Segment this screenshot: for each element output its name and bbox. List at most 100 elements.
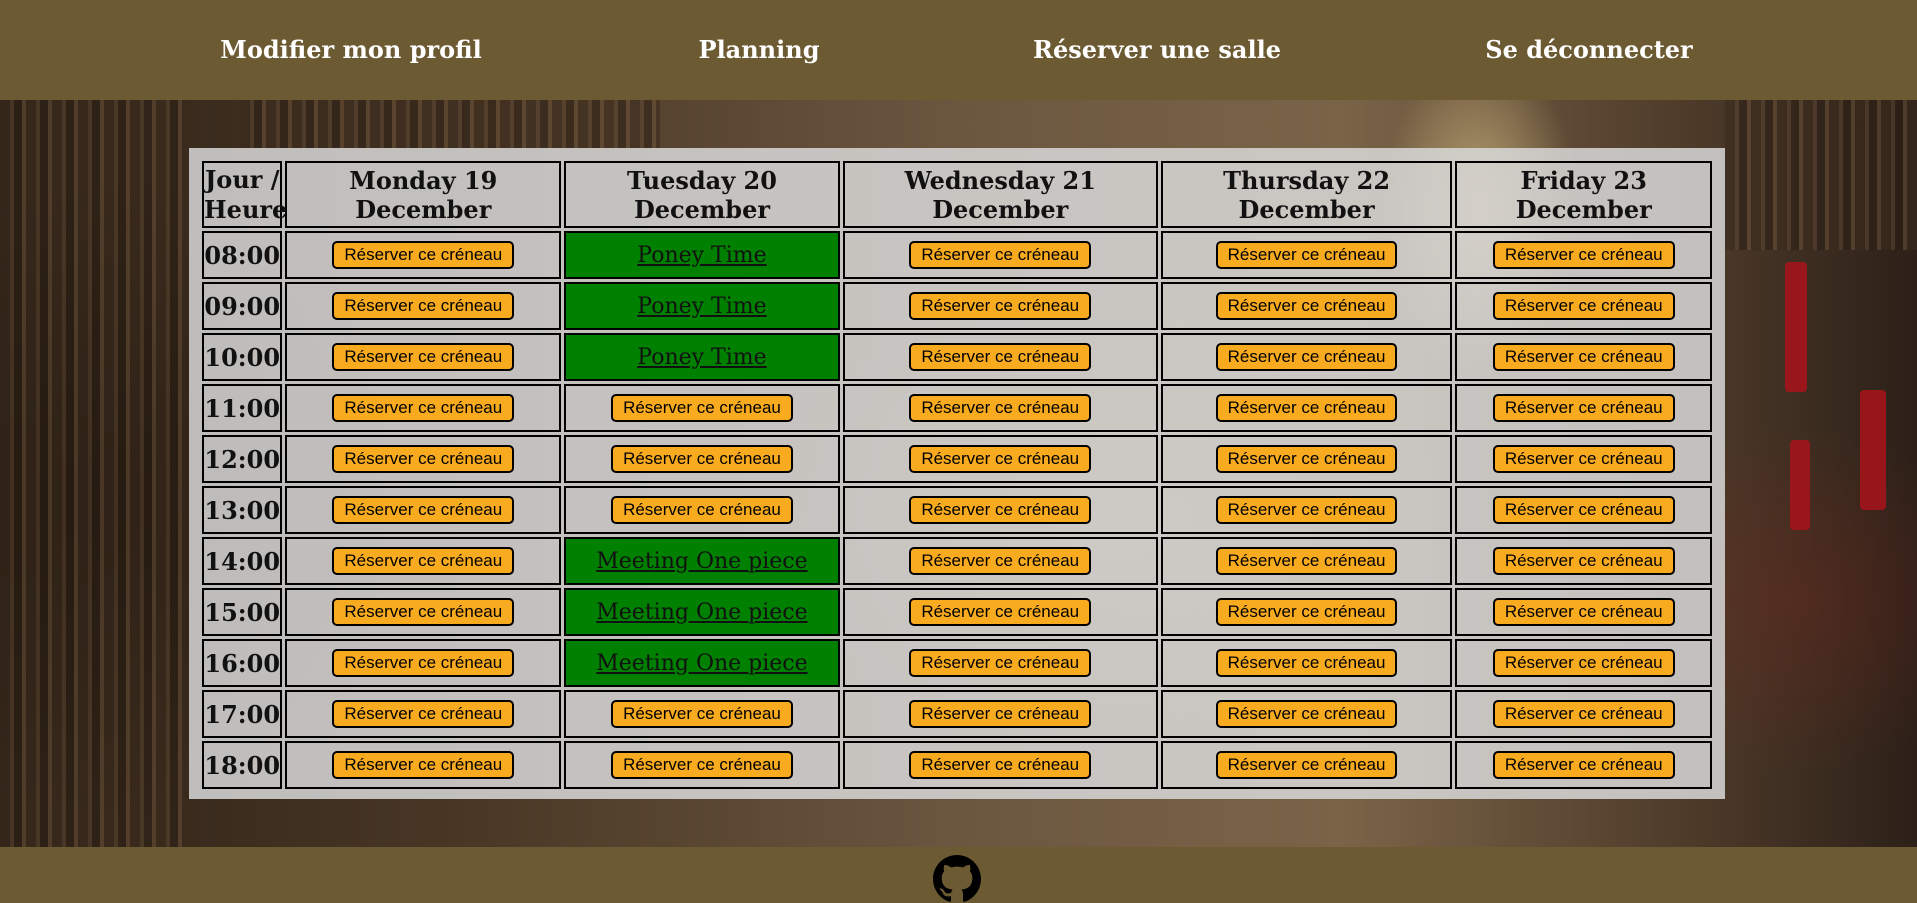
reserve-slot-button[interactable]: Réserver ce créneau	[909, 598, 1092, 626]
booked-slot-cell: Meeting One piece	[564, 537, 840, 585]
free-slot-cell: Réserver ce créneau	[285, 384, 562, 432]
reserve-slot-button[interactable]: Réserver ce créneau	[1492, 445, 1675, 473]
hour-cell: 11:00	[202, 384, 283, 432]
planning-row: 15:00 Réserver ce créneau Meeting One piec…	[202, 588, 1712, 636]
reserve-slot-button[interactable]: Réserver ce créneau	[909, 394, 1092, 422]
free-slot-cell: Réserver ce créneau	[842, 282, 1158, 330]
free-slot-cell: Réserver ce créneau	[1455, 741, 1712, 789]
planning-header-row: Jour / Heure Monday 19 December Tuesday 2…	[202, 161, 1712, 228]
nav-edit-profile-link[interactable]: Modifier mon profil	[220, 0, 481, 100]
nav-planning-link[interactable]: Planning	[699, 0, 820, 100]
event-link[interactable]: Meeting One piece	[596, 651, 807, 676]
planning-row: 12:00 Réserver ce créneau Réserver ce crén…	[202, 435, 1712, 483]
reserve-slot-button[interactable]: Réserver ce créneau	[1215, 700, 1398, 728]
reserve-slot-button[interactable]: Réserver ce créneau	[1492, 700, 1675, 728]
reserve-slot-button[interactable]: Réserver ce créneau	[1215, 292, 1398, 320]
reserve-slot-button[interactable]: Réserver ce créneau	[1492, 598, 1675, 626]
reserve-slot-button[interactable]: Réserver ce créneau	[1215, 649, 1398, 677]
reserve-slot-button[interactable]: Réserver ce créneau	[1215, 598, 1398, 626]
reserve-slot-button[interactable]: Réserver ce créneau	[1215, 547, 1398, 575]
github-icon[interactable]	[933, 855, 981, 903]
booked-slot-cell: Poney Time	[564, 231, 840, 279]
hour-cell: 13:00	[202, 486, 283, 534]
day-header: Tuesday 20 December	[564, 161, 840, 228]
hour-cell: 10:00	[202, 333, 283, 381]
reserve-slot-button[interactable]: Réserver ce créneau	[611, 394, 793, 422]
free-slot-cell: Réserver ce créneau	[285, 333, 562, 381]
reserve-slot-button[interactable]: Réserver ce créneau	[1492, 649, 1675, 677]
day-header: Friday 23 December	[1455, 161, 1712, 228]
free-slot-cell: Réserver ce créneau	[842, 435, 1158, 483]
free-slot-cell: Réserver ce créneau	[1160, 537, 1453, 585]
event-link[interactable]: Poney Time	[637, 243, 766, 268]
reserve-slot-button[interactable]: Réserver ce créneau	[1492, 496, 1675, 524]
day-header: Thursday 22 December	[1160, 161, 1453, 228]
reserve-slot-button[interactable]: Réserver ce créneau	[1215, 343, 1398, 371]
planning-body: 08:00 Réserver ce créneau Poney Time Réserv…	[202, 231, 1712, 789]
free-slot-cell: Réserver ce créneau	[1455, 282, 1712, 330]
planning-row: 17:00 Réserver ce créneau Réserver ce crén…	[202, 690, 1712, 738]
planning-row: 11:00 Réserver ce créneau Réserver ce crén…	[202, 384, 1712, 432]
reserve-slot-button[interactable]: Réserver ce créneau	[332, 292, 515, 320]
reserve-slot-button[interactable]: Réserver ce créneau	[1492, 292, 1675, 320]
reserve-slot-button[interactable]: Réserver ce créneau	[611, 445, 793, 473]
reserve-slot-button[interactable]: Réserver ce créneau	[332, 547, 515, 575]
hour-cell: 16:00	[202, 639, 283, 687]
reserve-slot-button[interactable]: Réserver ce créneau	[332, 445, 515, 473]
reserve-slot-button[interactable]: Réserver ce créneau	[909, 649, 1092, 677]
free-slot-cell: Réserver ce créneau	[1160, 435, 1453, 483]
reserve-slot-button[interactable]: Réserver ce créneau	[1492, 241, 1675, 269]
planning-row: 18:00 Réserver ce créneau Réserver ce crén…	[202, 741, 1712, 789]
free-slot-cell: Réserver ce créneau	[1160, 486, 1453, 534]
reserve-slot-button[interactable]: Réserver ce créneau	[909, 496, 1092, 524]
hour-cell: 15:00	[202, 588, 283, 636]
day-header: Monday 19 December	[285, 161, 562, 228]
reserve-slot-button[interactable]: Réserver ce créneau	[332, 394, 515, 422]
reserve-slot-button[interactable]: Réserver ce créneau	[909, 751, 1092, 779]
reserve-slot-button[interactable]: Réserver ce créneau	[332, 700, 515, 728]
reserve-slot-button[interactable]: Réserver ce créneau	[1215, 751, 1398, 779]
event-link[interactable]: Poney Time	[637, 345, 766, 370]
reserve-slot-button[interactable]: Réserver ce créneau	[332, 751, 515, 779]
candle-1	[1785, 262, 1807, 392]
nav-logout-link[interactable]: Se déconnecter	[1485, 0, 1692, 100]
reserve-slot-button[interactable]: Réserver ce créneau	[1215, 445, 1398, 473]
reserve-slot-button[interactable]: Réserver ce créneau	[332, 343, 515, 371]
free-slot-cell: Réserver ce créneau	[842, 741, 1158, 789]
event-link[interactable]: Meeting One piece	[596, 600, 807, 625]
reserve-slot-button[interactable]: Réserver ce créneau	[909, 343, 1092, 371]
free-slot-cell: Réserver ce créneau	[564, 384, 840, 432]
reserve-slot-button[interactable]: Réserver ce créneau	[1215, 394, 1398, 422]
free-slot-cell: Réserver ce créneau	[1160, 639, 1453, 687]
free-slot-cell: Réserver ce créneau	[285, 537, 562, 585]
reserve-slot-button[interactable]: Réserver ce créneau	[1215, 496, 1398, 524]
reserve-slot-button[interactable]: Réserver ce créneau	[909, 292, 1092, 320]
nav-book-room-link[interactable]: Réserver une salle	[1033, 0, 1281, 100]
reserve-slot-button[interactable]: Réserver ce créneau	[1492, 394, 1675, 422]
reserve-slot-button[interactable]: Réserver ce créneau	[332, 241, 515, 269]
reserve-slot-button[interactable]: Réserver ce créneau	[1215, 241, 1398, 269]
reserve-slot-button[interactable]: Réserver ce créneau	[909, 241, 1092, 269]
reserve-slot-button[interactable]: Réserver ce créneau	[611, 751, 793, 779]
candle-2	[1860, 390, 1886, 510]
reserve-slot-button[interactable]: Réserver ce créneau	[332, 649, 515, 677]
reserve-slot-button[interactable]: Réserver ce créneau	[332, 496, 515, 524]
corner-header: Jour / Heure	[202, 161, 287, 228]
reserve-slot-button[interactable]: Réserver ce créneau	[1492, 547, 1675, 575]
reserve-slot-button[interactable]: Réserver ce créneau	[1492, 343, 1675, 371]
reserve-slot-button[interactable]: Réserver ce créneau	[332, 598, 515, 626]
planning-row: 14:00 Réserver ce créneau Meeting One piec…	[202, 537, 1712, 585]
reserve-slot-button[interactable]: Réserver ce créneau	[909, 445, 1092, 473]
candle-3	[1790, 440, 1810, 530]
reserve-slot-button[interactable]: Réserver ce créneau	[611, 496, 793, 524]
reserve-slot-button[interactable]: Réserver ce créneau	[1492, 751, 1675, 779]
event-link[interactable]: Meeting One piece	[596, 549, 807, 574]
event-link[interactable]: Poney Time	[637, 294, 766, 319]
reserve-slot-button[interactable]: Réserver ce créneau	[909, 700, 1092, 728]
reserve-slot-button[interactable]: Réserver ce créneau	[909, 547, 1092, 575]
free-slot-cell: Réserver ce créneau	[1455, 435, 1712, 483]
free-slot-cell: Réserver ce créneau	[842, 537, 1158, 585]
reserve-slot-button[interactable]: Réserver ce créneau	[611, 700, 793, 728]
top-navbar: Modifier mon profil Planning Réserver un…	[0, 0, 1917, 100]
free-slot-cell: Réserver ce créneau	[1160, 384, 1453, 432]
